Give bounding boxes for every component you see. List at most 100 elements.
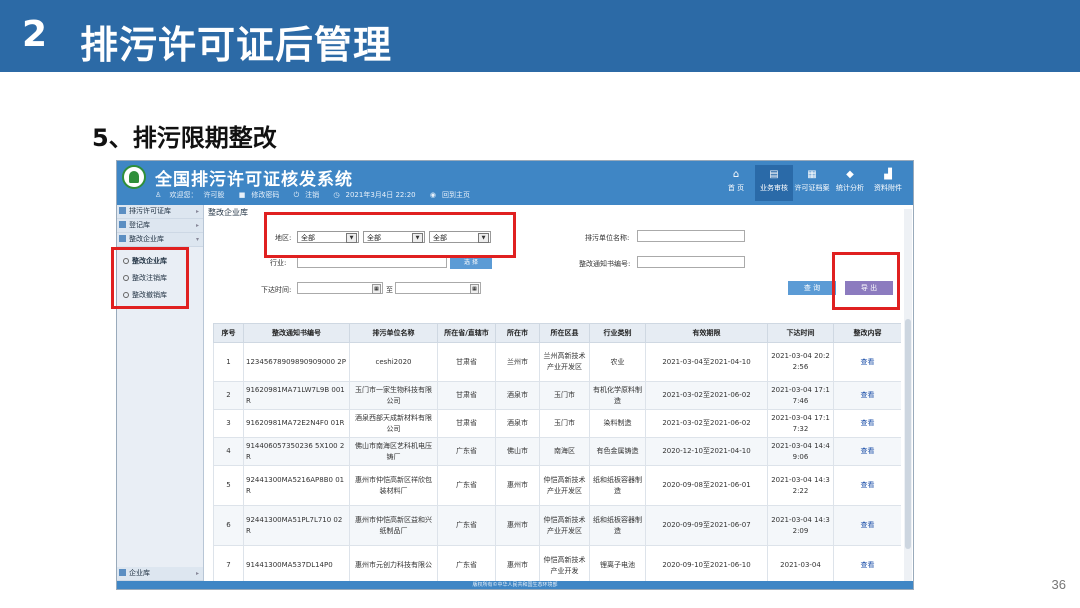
- highlight-export-button: [832, 252, 900, 310]
- calendar-icon: ▦: [372, 284, 381, 294]
- select-button[interactable]: 选 择: [450, 257, 492, 269]
- unit-name-input[interactable]: [637, 230, 745, 242]
- column-header: 所在区县: [539, 323, 590, 343]
- nav-data[interactable]: ▟ 资料附件: [869, 165, 907, 201]
- scrollbar-thumb[interactable]: [905, 319, 911, 549]
- column-header: 有效期限: [645, 323, 768, 343]
- cell-notice-no: 92441300MA5216AP8B0 01R: [243, 465, 350, 506]
- issue-time-start-input[interactable]: ▦: [297, 282, 383, 294]
- issue-time-end-input[interactable]: ▦: [395, 282, 481, 294]
- user-name: 许可股: [203, 191, 225, 199]
- section-title: 5、排污限期整改: [92, 124, 277, 152]
- cell-validity: 2020-12-10至2021-04-10: [645, 437, 768, 466]
- cell-unit-name: 惠州市仲恺高新区祥欣包装材料厂: [349, 465, 438, 506]
- user-info-bar: ♙ 欢迎您： 许可股 ■ 修改密码 ⏻ 注销 ◷ 2021年3月4日 22:20 ◉ 回到…: [155, 190, 482, 200]
- home-link-label: 回到主页: [441, 191, 470, 199]
- column-header: 整改内容: [833, 323, 901, 343]
- cell-validity: 2020-09-08至2021-06-01: [645, 465, 768, 506]
- cell-unit-name: ceshi2020: [349, 342, 438, 382]
- view-link[interactable]: 查看: [833, 465, 901, 506]
- chevron-icon: ▸: [195, 570, 199, 577]
- cell-city: 惠州市: [495, 465, 540, 506]
- cell-notice-no: 91441300MA537DL14P0: [243, 545, 350, 581]
- cell-issue-time: 2021-03-04 14:49:06: [767, 437, 834, 466]
- view-link[interactable]: 查看: [833, 342, 901, 382]
- cell-validity: 2021-03-04至2021-04-10: [645, 342, 768, 382]
- cell-issue-time: 2021-03-04: [767, 545, 834, 581]
- table-row: 7 91441300MA537DL14P0 惠州市元创力科技有限公 广东省 惠州…: [213, 545, 901, 581]
- table-row: 2 91620981MA71LW7L9B 001R 玉门市一家生物科技有限公司 …: [213, 381, 901, 410]
- sidebar-item-registration[interactable]: 登记库 ▸: [117, 219, 203, 233]
- home-link[interactable]: ◉ 回到主页: [430, 191, 476, 199]
- table-row: 5 92441300MA5216AP8B0 01R 惠州市仲恺高新区祥欣包装材料…: [213, 465, 901, 506]
- unit-name-label: 排污单位名称:: [585, 234, 630, 242]
- cell-province: 广东省: [437, 505, 496, 546]
- logo-icon: [122, 165, 146, 189]
- cell-index: 3: [213, 409, 244, 438]
- column-header: 排污单位名称: [349, 323, 438, 343]
- cell-validity: 2020-09-09至2021-06-07: [645, 505, 768, 546]
- cell-industry: 有机化学原料制造: [589, 381, 646, 410]
- table-row: 4 914406057350236 5X100 2R 佛山市南海区艺科机电压铸厂…: [213, 437, 901, 466]
- calendar-icon: ▦: [470, 284, 479, 294]
- table-row: 3 91620981MA72E2N4F0 01R 酒泉西部天成新材料有限公司 甘…: [213, 409, 901, 438]
- sidebar-item-enterprise-library[interactable]: 企业库 ▸: [117, 567, 203, 581]
- query-button[interactable]: 查 询: [788, 281, 836, 295]
- column-header: 序号: [213, 323, 244, 343]
- chevron-icon: ▸: [195, 222, 199, 229]
- business-icon: ▤: [769, 169, 779, 180]
- nav-permit-label: 许可证档案: [794, 184, 830, 192]
- view-link[interactable]: 查看: [833, 505, 901, 546]
- column-header: 行业类别: [589, 323, 646, 343]
- cell-unit-name: 惠州市元创力科技有限公: [349, 545, 438, 581]
- column-header: 所在省/直辖市: [437, 323, 496, 343]
- welcome-label: ♙ 欢迎您： 许可股: [155, 191, 231, 199]
- table-row: 6 92441300MA51PL7L710 02R 惠州市仲恺高新区益和兴纸制品…: [213, 505, 901, 546]
- industry-label: 行业:: [270, 259, 287, 267]
- datetime-text: 2021年3月4日 22:20: [345, 191, 416, 199]
- notice-no-input[interactable]: [637, 256, 745, 268]
- nav-statistics[interactable]: ◆ 统计分析: [831, 165, 869, 201]
- cell-county: 玉门市: [539, 409, 590, 438]
- cell-county: 兰州高新技术产业开发区: [539, 342, 590, 382]
- sidebar-item-permit-library[interactable]: 排污许可证库 ▸: [117, 205, 203, 219]
- slide-header: 2 排污许可证后管理: [0, 0, 1080, 72]
- power-icon: ⏻: [293, 191, 300, 199]
- cell-issue-time: 2021-03-04 14:32:22: [767, 465, 834, 506]
- user-icon: ♙: [155, 191, 162, 199]
- logout-link[interactable]: ⏻ 注销: [294, 191, 326, 199]
- home-circle-icon: ◉: [429, 191, 436, 199]
- app-title: 全国排污许可证核发系统: [155, 170, 353, 190]
- cell-validity: 2021-03-02至2021-06-02: [645, 409, 768, 438]
- permit-library-icon: ▦: [807, 169, 817, 180]
- nav-business-review[interactable]: ▤ 业务审核: [755, 165, 793, 201]
- nav-business-label: 业务审核: [760, 184, 788, 192]
- nav-home[interactable]: ⌂ 首 页: [717, 165, 755, 201]
- statistics-icon: ◆: [846, 169, 854, 180]
- view-link[interactable]: 查看: [833, 437, 901, 466]
- cell-province: 甘肃省: [437, 342, 496, 382]
- view-link[interactable]: 查看: [833, 545, 901, 581]
- view-link[interactable]: 查看: [833, 409, 901, 438]
- sidebar-item-rectification[interactable]: 整改企业库 ▾: [117, 233, 203, 247]
- chevron-icon: ▾: [195, 236, 199, 243]
- cell-issue-time: 2021-03-04 17:17:32: [767, 409, 834, 438]
- change-password-link[interactable]: ■ 修改密码: [239, 191, 286, 199]
- cell-notice-no: 91620981MA71LW7L9B 001R: [243, 381, 350, 410]
- cell-validity: 2021-03-02至2021-06-02: [645, 381, 768, 410]
- vertical-scrollbar[interactable]: [904, 209, 912, 581]
- welcome-text: 欢迎您：: [169, 191, 198, 199]
- home-icon: ⌂: [732, 169, 740, 180]
- rectification-table: 序号 整改通知书编号 排污单位名称 所在省/直辖市 所在市 所在区县 行业类别 …: [213, 323, 901, 581]
- table-header-row: 序号 整改通知书编号 排污单位名称 所在省/直辖市 所在市 所在区县 行业类别 …: [213, 323, 901, 343]
- nav-permit-archive[interactable]: ▦ 许可证档案: [793, 165, 831, 201]
- top-nav: ⌂ 首 页 ▤ 业务审核 ▦ 许可证档案 ◆ 统计分析 ▟ 资料附件: [717, 165, 907, 201]
- column-header: 整改通知书编号: [243, 323, 350, 343]
- column-header: 下达时间: [767, 323, 834, 343]
- cell-city: 酒泉市: [495, 381, 540, 410]
- cell-unit-name: 惠州市仲恺高新区益和兴纸制品厂: [349, 505, 438, 546]
- cell-city: 佛山市: [495, 437, 540, 466]
- cell-notice-no: 92441300MA51PL7L710 02R: [243, 505, 350, 546]
- sidebar-item-label: 整改企业库: [129, 235, 164, 243]
- view-link[interactable]: 查看: [833, 381, 901, 410]
